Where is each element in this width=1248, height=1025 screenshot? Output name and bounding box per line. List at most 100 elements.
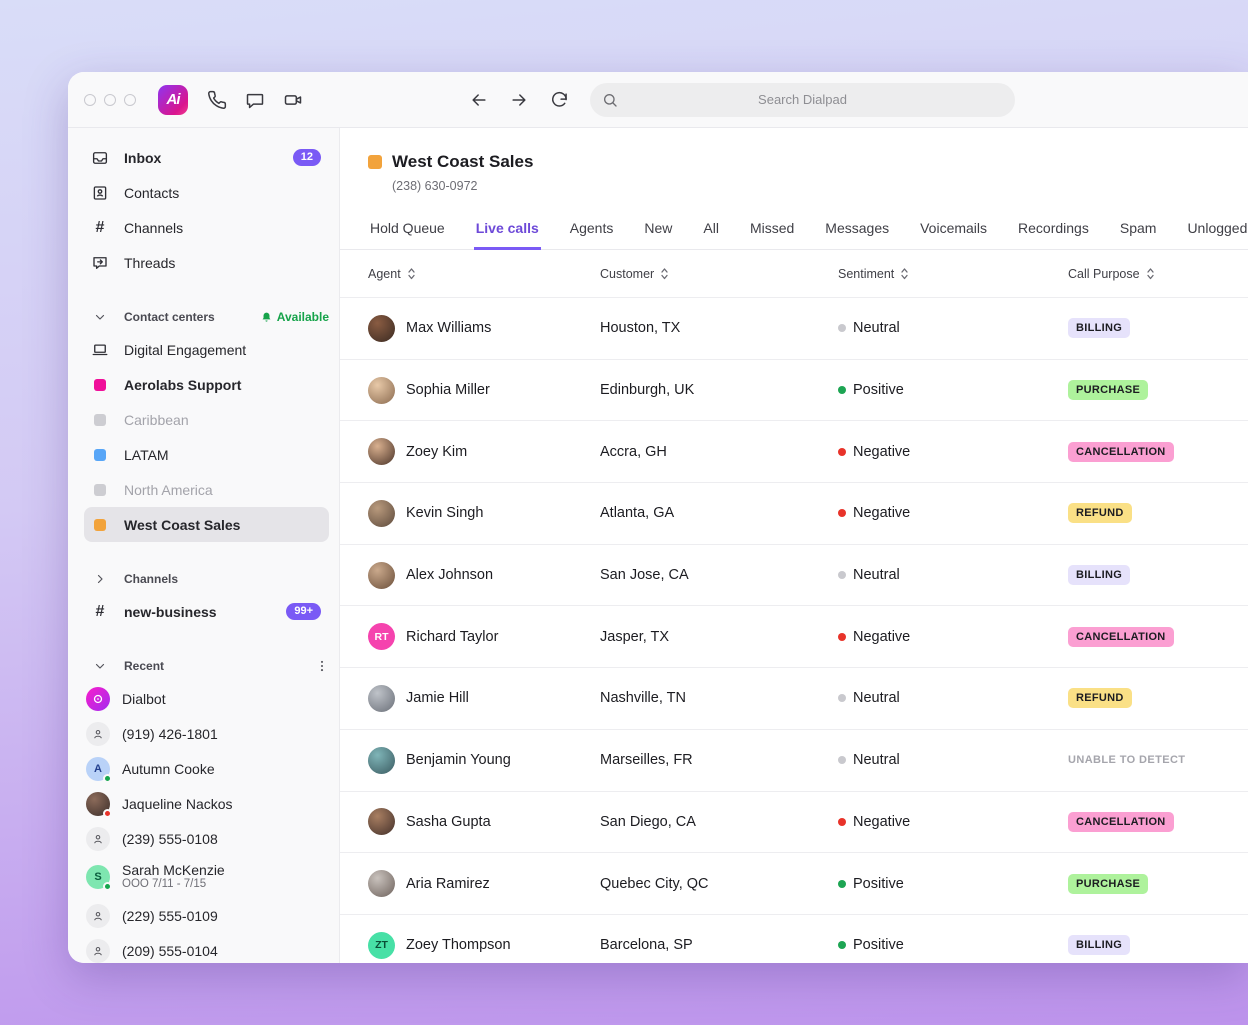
search-bar[interactable] <box>590 82 1015 117</box>
sidebar-item-digital-engagement[interactable]: Digital Engagement <box>84 332 329 367</box>
sidebar-item-latam[interactable]: LATAM <box>84 437 329 472</box>
agent-name: Zoey Kim <box>406 443 468 460</box>
kebab-menu-icon[interactable] <box>315 659 329 673</box>
video-icon[interactable] <box>276 83 310 117</box>
traffic-light-zoom[interactable] <box>124 93 136 106</box>
agent-name: Max Williams <box>406 320 492 337</box>
channel-count-badge: 99+ <box>286 603 321 620</box>
recent-item-sarah-mckenzie[interactable]: S Sarah McKenzie OOO 7/11 - 7/15 <box>84 856 329 898</box>
column-header-sentiment[interactable]: Sentiment <box>838 267 1068 281</box>
tab-messages[interactable]: Messages <box>823 214 891 250</box>
tab-live-calls[interactable]: Live calls <box>473 214 541 250</box>
channels-section-header[interactable]: Channels <box>84 564 329 594</box>
sentiment-label: Positive <box>853 937 904 954</box>
sentiment-dot <box>838 509 846 518</box>
sentiment-label: Neutral <box>853 690 900 707</box>
table-row[interactable]: ZT Zoey Thompson Barcelona, SP Positive … <box>340 915 1248 963</box>
sentiment-label: Positive <box>853 382 904 399</box>
sidebar-item-west-coast-sales[interactable]: West Coast Sales <box>84 507 329 542</box>
customer-location: Accra, GH <box>600 443 667 460</box>
sentiment-dot <box>838 571 846 580</box>
back-arrow-icon[interactable] <box>462 83 496 117</box>
sentiment-label: Negative <box>853 505 911 522</box>
customer-location: Jasper, TX <box>600 628 670 645</box>
recent-item-phone[interactable]: (209) 555-0104 <box>84 933 329 963</box>
customer-location: Nashville, TN <box>600 690 686 707</box>
recent-item-jaqueline-nackos[interactable]: Jaqueline Nackos <box>84 786 329 821</box>
recent-item-phone[interactable]: (919) 426-1801 <box>84 716 329 751</box>
column-header-customer[interactable]: Customer <box>600 267 838 281</box>
inbox-count-badge: 12 <box>292 149 321 166</box>
sidebar-item-aerolabs-support[interactable]: Aerolabs Support <box>84 367 329 402</box>
sentiment-label: Neutral <box>853 752 900 769</box>
availability-status[interactable]: Available <box>260 310 329 324</box>
traffic-light-minimize[interactable] <box>104 93 116 106</box>
recent-item-phone[interactable]: (239) 555-0108 <box>84 821 329 856</box>
call-purpose-badge: BILLING <box>1068 318 1131 339</box>
sidebar-item-new-business[interactable]: # new-business 99+ <box>84 594 329 629</box>
sentiment-dot <box>838 386 846 395</box>
sidebar-item-inbox[interactable]: Inbox 12 <box>84 140 329 175</box>
recent-item-autumn-cooke[interactable]: A Autumn Cooke <box>84 751 329 786</box>
table-row[interactable]: Max Williams Houston, TX Neutral BILLING <box>340 298 1248 360</box>
tab-voicemails[interactable]: Voicemails <box>918 214 989 250</box>
tab-unlogged[interactable]: Unlogged <box>1185 214 1248 250</box>
table-row[interactable]: Sophia Miller Edinburgh, UK Positive PUR… <box>340 360 1248 422</box>
agent-avatar <box>368 499 395 527</box>
sort-icon <box>661 268 668 280</box>
tab-spam[interactable]: Spam <box>1118 214 1159 250</box>
table-row[interactable]: RT Richard Taylor Jasper, TX Negative CA… <box>340 606 1248 669</box>
center-color-square <box>94 413 106 426</box>
tab-hold-queue[interactable]: Hold Queue <box>368 214 447 250</box>
customer-location: Atlanta, GA <box>600 505 675 522</box>
column-header-agent[interactable]: Agent <box>368 267 600 281</box>
table-row[interactable]: Zoey Kim Accra, GH Negative CANCELLATION <box>340 421 1248 484</box>
tab-all[interactable]: All <box>701 214 721 250</box>
sidebar-item-threads[interactable]: Threads <box>84 245 329 280</box>
recent-section-header[interactable]: Recent <box>84 651 329 681</box>
tab-agents[interactable]: Agents <box>568 214 616 250</box>
table-row[interactable]: Aria Ramirez Quebec City, QC Positive PU… <box>340 853 1248 915</box>
sort-icon <box>901 268 908 280</box>
hash-icon: # <box>95 602 105 620</box>
phone-icon[interactable] <box>200 83 234 117</box>
recent-item-phone[interactable]: (229) 555-0109 <box>84 898 329 933</box>
initials-avatar: S <box>86 865 112 891</box>
sidebar-item-label: Threads <box>124 254 176 271</box>
tab-missed[interactable]: Missed <box>748 214 796 250</box>
tab-new[interactable]: New <box>642 214 674 250</box>
sentiment-dot <box>838 632 846 641</box>
contacts-icon <box>90 184 110 202</box>
threads-icon <box>90 254 110 272</box>
center-color-square <box>94 518 106 531</box>
sentiment-dot <box>838 817 846 826</box>
sidebar-item-north-america[interactable]: North America <box>84 472 329 507</box>
traffic-light-close[interactable] <box>84 93 96 106</box>
contact-centers-header[interactable]: Contact centers Available <box>84 302 329 332</box>
sidebar-item-caribbean[interactable]: Caribbean <box>84 402 329 437</box>
table-row[interactable]: Kevin Singh Atlanta, GA Negative REFUND <box>340 483 1248 545</box>
forward-arrow-icon[interactable] <box>502 83 536 117</box>
customer-location: Quebec City, QC <box>600 875 709 892</box>
recent-item-label: Autumn Cooke <box>122 760 215 777</box>
sidebar-item-contacts[interactable]: Contacts <box>84 175 329 210</box>
table-row[interactable]: Jamie Hill Nashville, TN Neutral REFUND <box>340 668 1248 730</box>
table-row[interactable]: Sasha Gupta San Diego, CA Negative CANCE… <box>340 792 1248 854</box>
tab-recordings[interactable]: Recordings <box>1016 214 1091 250</box>
refresh-icon[interactable] <box>542 83 576 117</box>
recent-section-label: Recent <box>124 659 165 673</box>
availability-label: Available <box>276 310 329 324</box>
table-row[interactable]: Alex Johnson San Jose, CA Neutral BILLIN… <box>340 545 1248 607</box>
chevron-down-icon <box>90 660 110 672</box>
person-icon <box>94 729 102 738</box>
sidebar-item-label: new-business <box>124 603 217 620</box>
sentiment-label: Positive <box>853 875 904 892</box>
messages-icon[interactable] <box>238 83 272 117</box>
center-color-square <box>368 155 382 169</box>
recent-item-dialbot[interactable]: Dialbot <box>84 681 329 716</box>
table-row[interactable]: Benjamin Young Marseilles, FR Neutral UN… <box>340 730 1248 792</box>
search-input[interactable] <box>590 82 1015 117</box>
bell-icon <box>262 312 271 322</box>
sidebar-item-channels[interactable]: # Channels <box>84 210 329 245</box>
column-header-call-purpose[interactable]: Call Purpose <box>1068 267 1248 281</box>
